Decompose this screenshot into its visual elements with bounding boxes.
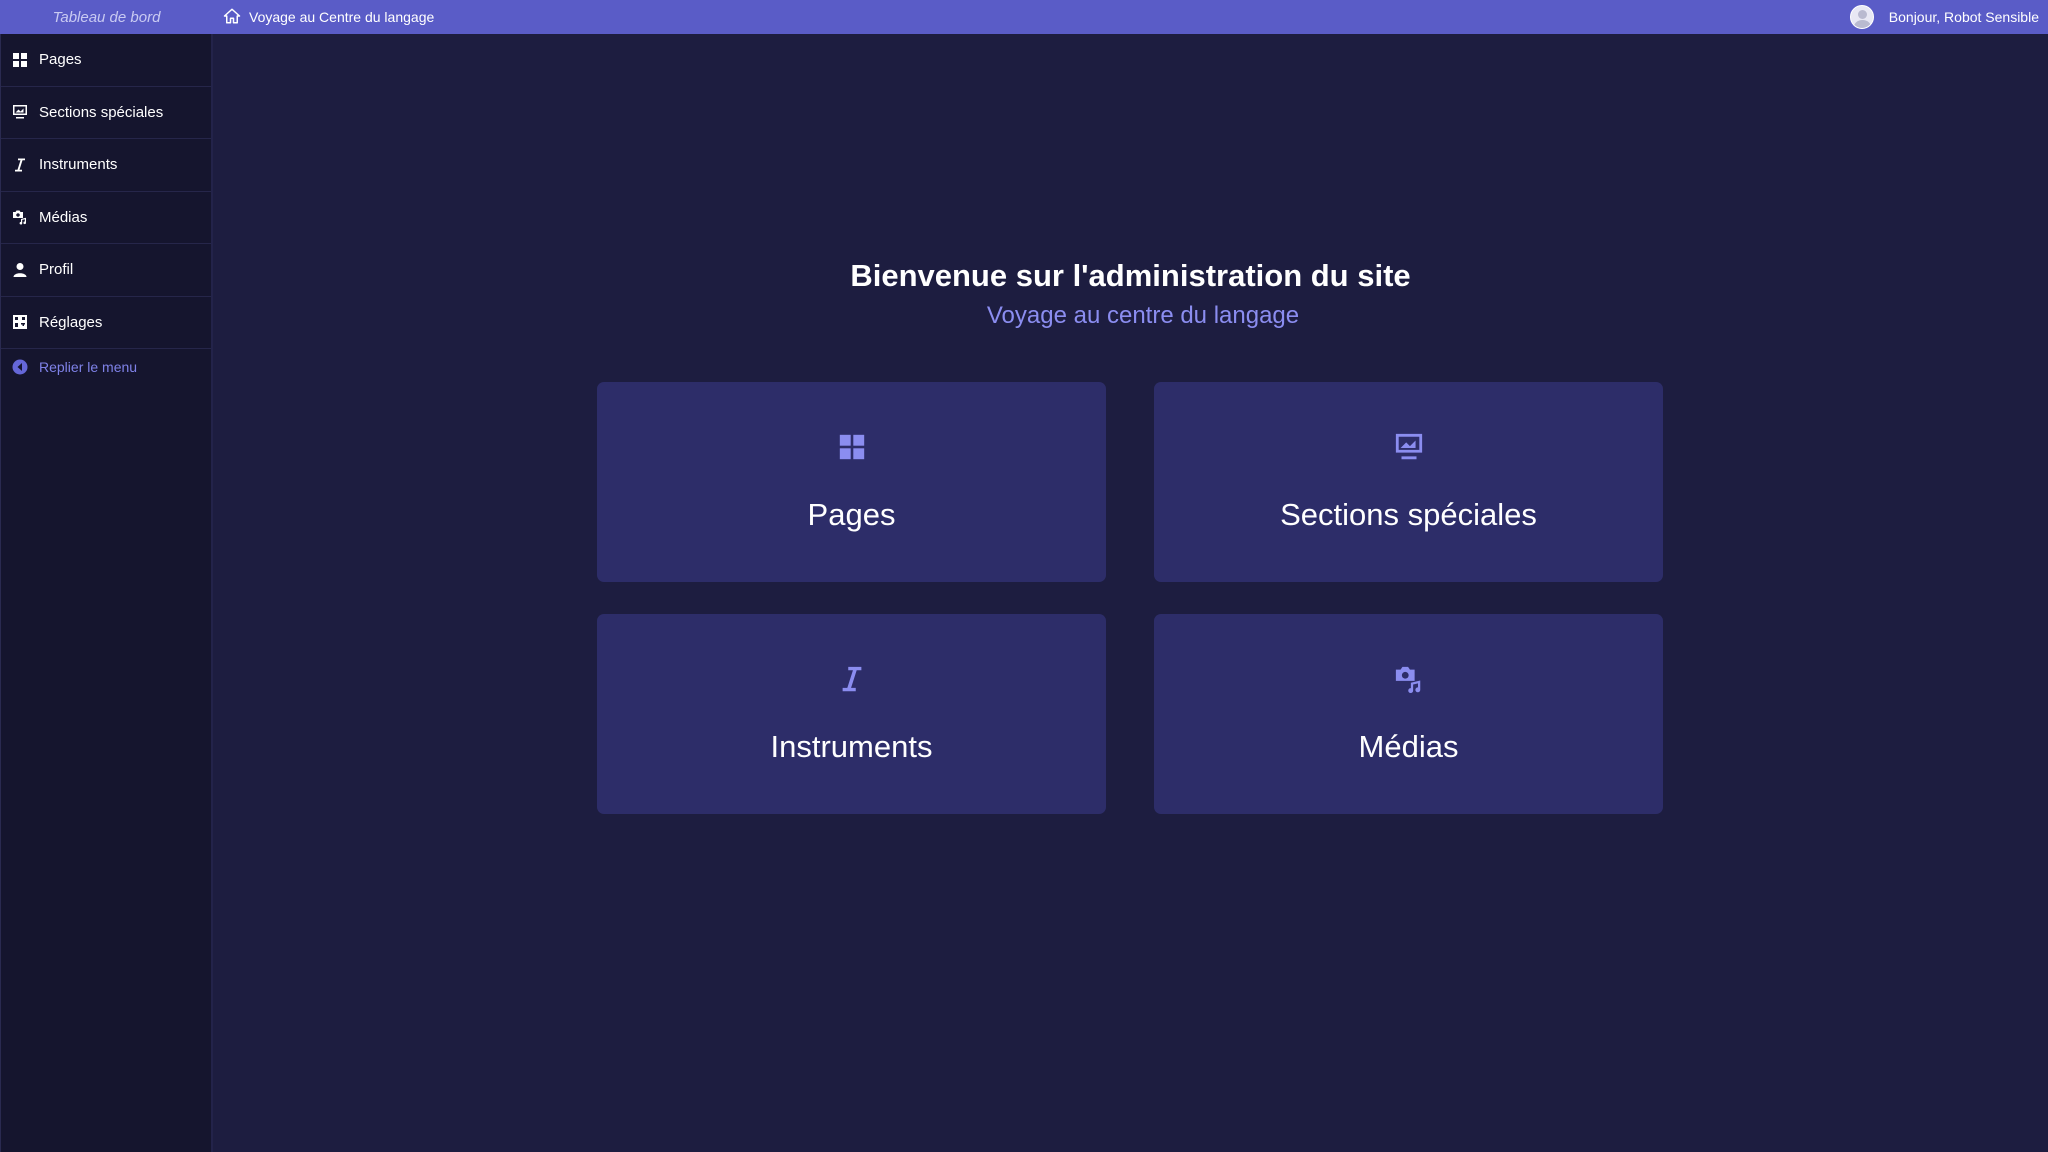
page-title: Bienvenue sur l'administration du site [850, 258, 1411, 293]
sidebar-item-instruments[interactable]: Instruments [1, 139, 211, 192]
site-home-link[interactable]: Voyage au Centre du langage [223, 7, 434, 28]
card-sections-speciales[interactable]: Sections spéciales [1154, 382, 1663, 582]
sidebar-item-label: Médias [39, 208, 88, 226]
sidebar-item-sections-speciales[interactable]: Sections spéciales [1, 87, 211, 139]
media-icon [1154, 664, 1663, 694]
sidebar-item-label: Pages [39, 51, 82, 69]
user-greeting: Bonjour, Robot Sensible [1888, 9, 2039, 25]
user-icon [11, 261, 29, 279]
card-label: Instruments [770, 729, 933, 764]
user-menu[interactable]: Bonjour, Robot Sensible [1849, 5, 2039, 29]
collapse-menu-label: Replier le menu [39, 359, 138, 375]
sidebar-item-pages[interactable]: Pages [1, 34, 211, 87]
sidebar-item-label: Réglages [39, 313, 103, 331]
chart-icon [11, 103, 29, 121]
main-content: Bienvenue sur l'administration du site V… [213, 34, 2048, 1152]
card-label: Médias [1358, 729, 1459, 764]
avatar [1849, 5, 1874, 29]
card-label: Pages [807, 497, 896, 532]
card-medias[interactable]: Médias [1154, 614, 1663, 814]
media-icon [11, 208, 29, 226]
settings-icon [11, 313, 29, 331]
card-label: Sections spéciales [1280, 497, 1537, 532]
sidebar: Pages Sections spéciales Instruments Méd… [0, 34, 213, 1152]
italic-icon [597, 664, 1106, 694]
collapse-arrow-icon [11, 358, 29, 376]
italic-icon [11, 156, 29, 174]
sidebar-item-reglages[interactable]: Réglages [1, 297, 211, 349]
grid-icon [597, 432, 1106, 462]
collapse-menu-button[interactable]: Replier le menu [1, 349, 211, 385]
sidebar-item-medias[interactable]: Médias [1, 192, 211, 244]
home-icon [223, 7, 241, 28]
sidebar-item-profil[interactable]: Profil [1, 244, 211, 297]
sidebar-item-label: Instruments [39, 156, 118, 174]
card-instruments[interactable]: Instruments [597, 614, 1106, 814]
sidebar-item-label: Profil [39, 261, 74, 279]
site-name: Voyage au Centre du langage [249, 9, 435, 25]
chart-icon [1154, 432, 1663, 462]
top-bar: Tableau de bord Voyage au Centre du lang… [0, 0, 2048, 34]
dashboard-link[interactable]: Tableau de bord [0, 9, 213, 26]
grid-icon [11, 51, 29, 69]
sidebar-item-label: Sections spéciales [39, 103, 164, 121]
card-pages[interactable]: Pages [597, 382, 1106, 582]
page-subtitle: Voyage au centre du langage [986, 302, 1300, 329]
